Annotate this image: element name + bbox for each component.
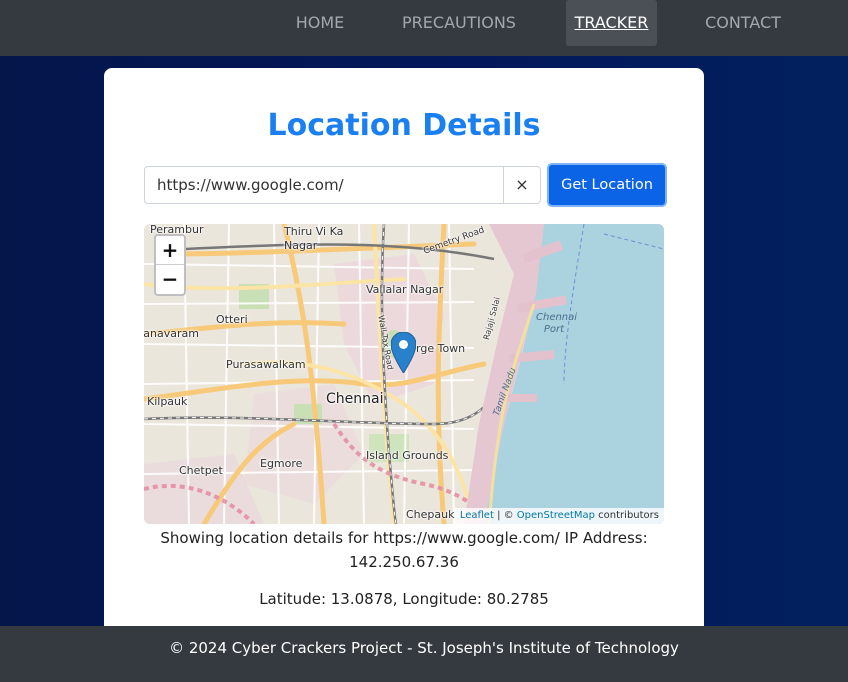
map-label-chepauk: Chepauk: [406, 508, 455, 521]
get-location-button[interactable]: Get Location: [549, 165, 665, 205]
map-label-chennai: Chennai: [326, 391, 384, 407]
map-label-thiru-vi-ka-nagar: Thiru Vi Ka Nagar: [284, 225, 344, 252]
leaflet-link[interactable]: Leaflet: [460, 510, 494, 521]
footer-text: © 2024 Cyber Crackers Project - St. Jose…: [169, 639, 679, 657]
page-title: Location Details: [267, 108, 541, 143]
map-label-chetpet: Chetpet: [179, 464, 223, 477]
location-map[interactable]: Perambur Thiru Vi Ka Nagar Cemetry Road …: [144, 224, 664, 524]
map-label-vallalar-nagar: Vallalar Nagar: [366, 283, 444, 296]
map-label-purasawalkam: Purasawalkam: [226, 358, 306, 371]
nav-precautions[interactable]: PRECAUTIONS: [388, 0, 530, 46]
zoom-in-button[interactable]: +: [156, 236, 184, 265]
nav-contact[interactable]: CONTACT: [694, 0, 792, 46]
location-marker-icon[interactable]: [391, 332, 416, 373]
coordinates-text: Latitude: 13.0878, Longitude: 80.2785: [259, 590, 549, 608]
openstreetmap-link[interactable]: OpenStreetMap: [517, 510, 595, 521]
zoom-control: + −: [154, 234, 186, 296]
map-label-chennai-port: Chennai Port: [536, 312, 578, 335]
attribution-separator: | ©: [493, 510, 517, 521]
nav-tracker[interactable]: TRACKER: [566, 0, 657, 46]
navbar: HOME PRECAUTIONS TRACKER CONTACT: [0, 0, 848, 56]
map-label-ayanavaram: Ayanavaram: [144, 327, 199, 340]
url-input[interactable]: [144, 166, 504, 204]
map-tiles[interactable]: [144, 224, 664, 524]
nav-home[interactable]: HOME: [284, 0, 356, 46]
zoom-out-button[interactable]: −: [156, 265, 184, 294]
location-card: Location Details × Get Location: [104, 68, 704, 668]
attribution-suffix: contributors: [595, 510, 659, 521]
clear-input-button[interactable]: ×: [503, 166, 541, 204]
map-attribution: Leaflet | © OpenStreetMap contributors: [454, 508, 664, 524]
map-label-island-grounds: Island Grounds: [366, 449, 449, 462]
map-label-otteri: Otteri: [216, 313, 248, 326]
map-label-egmore: Egmore: [260, 457, 303, 470]
location-info-text: Showing location details for https://www…: [160, 529, 648, 571]
map-label-kilpauk: Kilpauk: [147, 395, 188, 408]
footer: © 2024 Cyber Crackers Project - St. Jose…: [0, 626, 848, 682]
